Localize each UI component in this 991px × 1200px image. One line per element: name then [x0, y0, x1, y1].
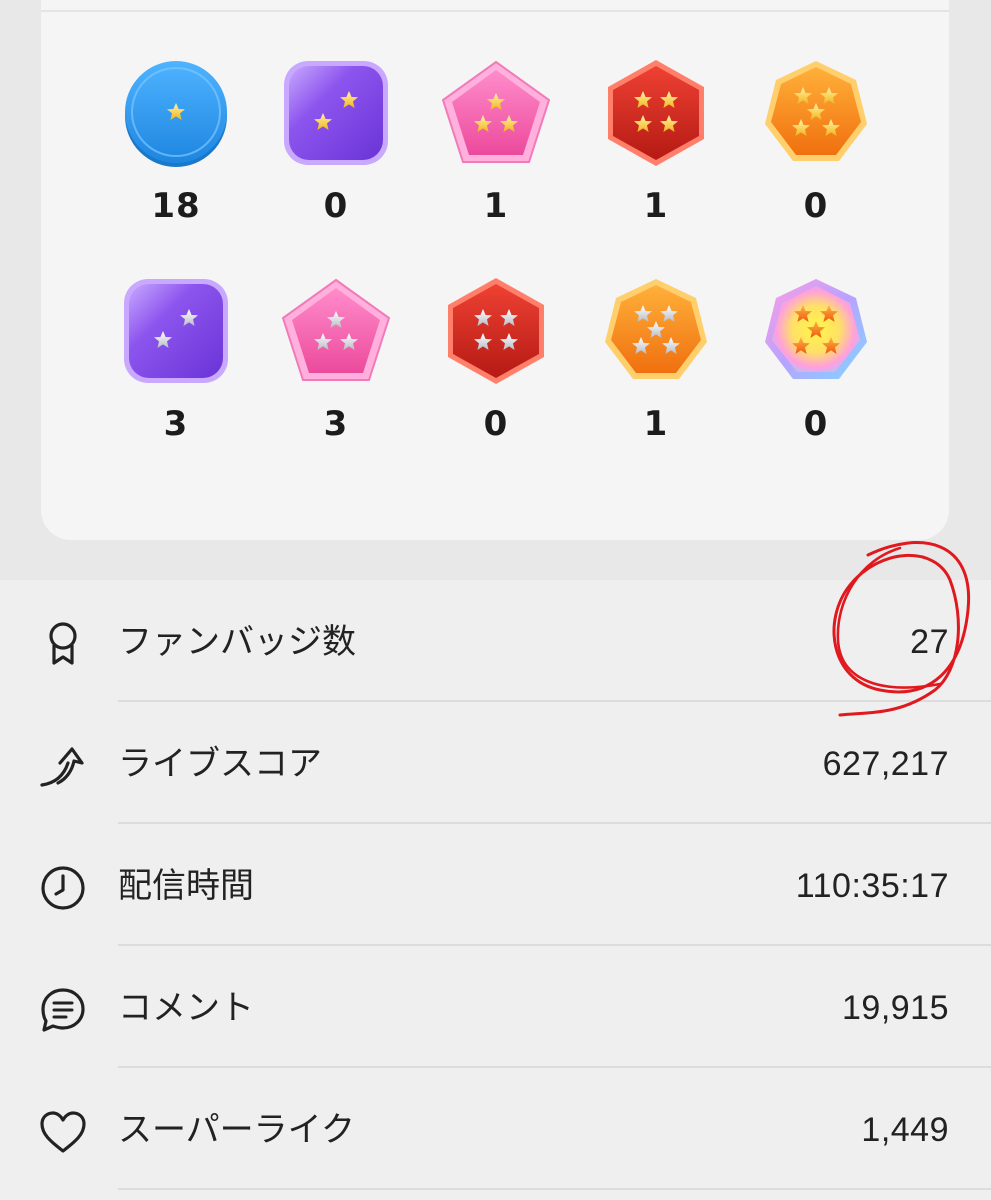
heart-icon	[40, 1111, 86, 1153]
comment-icon	[41, 988, 85, 1032]
stat-label: コメント	[118, 988, 254, 1028]
orange-heptagon-badge-icon	[765, 61, 867, 161]
stat-label: ファンバッジ数	[118, 622, 356, 662]
row-divider	[118, 1188, 991, 1190]
badge-red-hexagon-silver[interactable]: 0	[416, 276, 576, 494]
fan-stats-screen: 18 0 1 1 0 3 3 0 1 0 ファンバッジ数 27 ライブスコア 6…	[0, 0, 991, 1200]
badge-count: 1	[483, 186, 509, 226]
stat-label: 配信時間	[118, 866, 254, 906]
purple-square-silver-badge-icon	[124, 279, 228, 383]
stat-row-live-score[interactable]: ライブスコア 627,217	[0, 702, 991, 824]
stat-row-stream-time[interactable]: 配信時間 110:35:17	[0, 824, 991, 946]
badge-card: 18 0 1 1 0 3 3 0 1 0	[41, 0, 949, 540]
badge-orange-heptagon-silver[interactable]: 1	[576, 276, 736, 494]
purple-square-badge-icon	[284, 61, 388, 165]
stat-row-comments[interactable]: コメント 19,915	[0, 946, 991, 1068]
orange-heptagon-silver-badge-icon	[605, 279, 707, 379]
stat-value: 110:35:17	[795, 867, 949, 905]
rainbow-heptagon-badge-icon	[765, 279, 867, 379]
badge-count: 0	[323, 186, 349, 226]
badge-blue-coin[interactable]: 18	[96, 58, 256, 276]
badge-purple-square-silver[interactable]: 3	[96, 276, 256, 494]
badge-count: 1	[643, 186, 669, 226]
badge-red-hexagon[interactable]: 1	[576, 58, 736, 276]
badge-grid: 18 0 1 1 0 3 3 0 1 0	[96, 58, 896, 494]
badge-count: 0	[483, 404, 509, 444]
card-divider	[41, 10, 949, 12]
badge-pink-pentagon-silver[interactable]: 3	[256, 276, 416, 494]
pink-pentagon-badge-icon	[441, 60, 551, 163]
stat-value: 1,449	[861, 1111, 949, 1149]
clock-icon	[41, 866, 85, 910]
badge-pink-pentagon[interactable]: 1	[416, 58, 576, 276]
stat-row-fan-badges[interactable]: ファンバッジ数 27	[0, 580, 991, 702]
badge-count: 3	[163, 404, 189, 444]
badge-count: 1	[643, 404, 669, 444]
stat-value: 19,915	[842, 989, 949, 1027]
pink-pentagon-silver-badge-icon	[281, 278, 391, 381]
badge-purple-square[interactable]: 0	[256, 58, 416, 276]
badge-rainbow-heptagon[interactable]: 0	[736, 276, 896, 494]
stat-label: スーパーライク	[118, 1110, 355, 1150]
red-hexagon-badge-icon	[608, 60, 704, 166]
rising-arrow-icon	[40, 747, 84, 787]
stat-label: ライブスコア	[118, 744, 322, 784]
stat-row-super-likes[interactable]: スーパーライク 1,449	[0, 1068, 991, 1190]
ribbon-badge-icon	[49, 622, 77, 665]
stat-value: 627,217	[822, 745, 949, 783]
badge-count: 0	[803, 404, 829, 444]
stats-list: ファンバッジ数 27 ライブスコア 627,217 配信時間 110:35:17	[0, 580, 991, 1200]
red-hexagon-silver-badge-icon	[448, 278, 544, 384]
stat-value: 27	[910, 623, 949, 661]
badge-count: 18	[151, 186, 201, 226]
badge-orange-heptagon[interactable]: 0	[736, 58, 896, 276]
badge-count: 0	[803, 186, 829, 226]
badge-count: 3	[323, 404, 349, 444]
blue-coin-badge-icon	[125, 61, 227, 167]
